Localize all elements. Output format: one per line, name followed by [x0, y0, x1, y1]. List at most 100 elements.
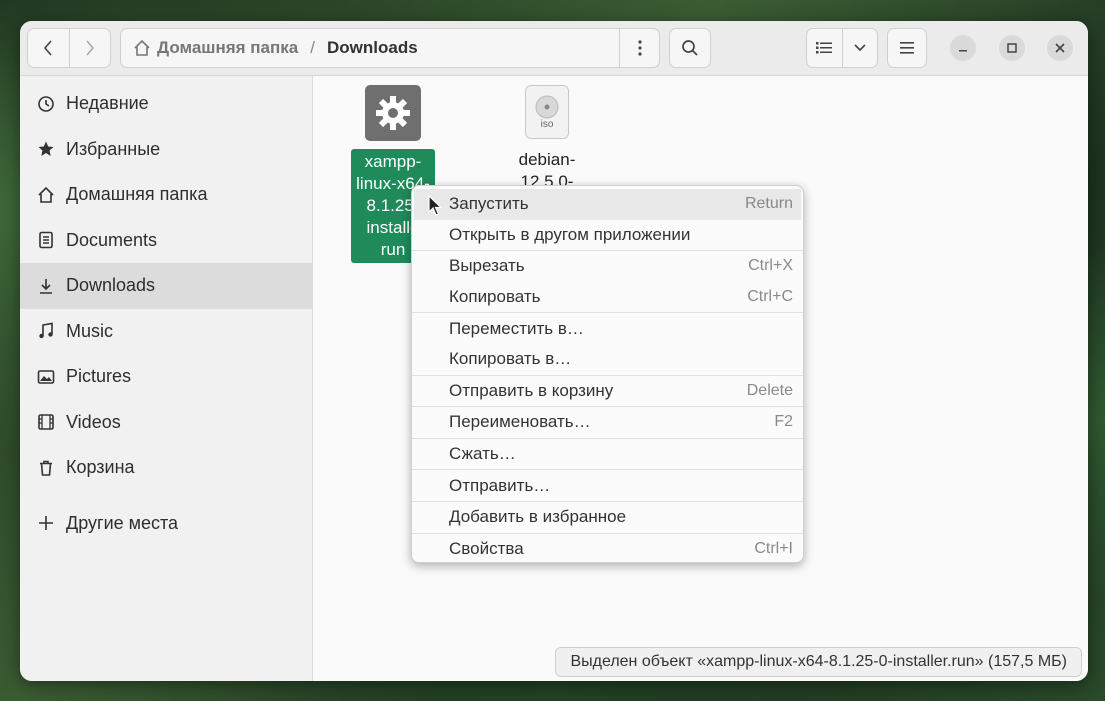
menu-item-compress[interactable]: Сжать… — [412, 439, 803, 470]
hamburger-icon — [900, 42, 914, 54]
gear-icon — [365, 85, 421, 141]
sidebar-item-label: Music — [66, 320, 114, 341]
breadcrumb-home[interactable]: Домашняя папка — [157, 38, 298, 58]
maximize-button[interactable] — [999, 35, 1025, 61]
search-icon — [682, 40, 698, 56]
menu-item-add-to-starred[interactable]: Добавить в избранное — [412, 502, 803, 533]
header-bar: Домашняя папка / Downloads — [20, 21, 1088, 76]
menu-item-label: Копировать — [449, 287, 541, 307]
menu-item-copy-to[interactable]: Копировать в… — [412, 344, 803, 375]
sidebar: Недавние Избранные Домашняя папка Docume… — [20, 76, 313, 681]
view-options-button[interactable] — [841, 29, 878, 67]
sidebar-item-starred[interactable]: Избранные — [20, 127, 312, 173]
menu-item-label: Вырезать — [449, 256, 525, 276]
back-button[interactable] — [28, 29, 69, 67]
picture-icon — [36, 367, 56, 387]
chevron-left-icon — [44, 40, 52, 56]
search-button[interactable] — [669, 28, 711, 68]
menu-item-label: Свойства — [449, 538, 524, 558]
close-button[interactable] — [1047, 35, 1073, 61]
menu-item-accel: Delete — [746, 381, 793, 399]
forward-button[interactable] — [68, 29, 111, 67]
close-icon — [1055, 43, 1065, 53]
sidebar-item-pictures[interactable]: Pictures — [20, 354, 312, 400]
file-item[interactable]: iso debian- 12.5.0- — [507, 85, 587, 193]
context-menu: Запустить Return Открыть в другом прилож… — [411, 185, 804, 563]
file-name-line: debian- — [518, 150, 576, 169]
menu-item-send-to[interactable]: Отправить… — [412, 470, 803, 501]
mouse-pointer-icon — [428, 195, 442, 216]
star-icon — [36, 139, 56, 159]
breadcrumb-separator: / — [310, 38, 315, 57]
sidebar-item-trash[interactable]: Корзина — [20, 445, 312, 491]
menu-item-move-to-trash[interactable]: Отправить в корзину Delete — [412, 376, 803, 407]
menu-item-label: Переименовать… — [449, 412, 591, 432]
chevron-down-icon — [854, 44, 866, 52]
sidebar-divider — [20, 491, 312, 501]
main-menu-button[interactable] — [887, 28, 927, 68]
sidebar-item-label: Downloads — [66, 275, 156, 296]
navigation-buttons — [27, 28, 111, 68]
sidebar-item-recent[interactable]: Недавние — [20, 81, 312, 127]
sidebar-item-label: Pictures — [66, 366, 132, 387]
sidebar-item-downloads[interactable]: Downloads — [20, 263, 312, 309]
path-menu-button[interactable] — [619, 29, 659, 67]
minimize-icon — [959, 50, 967, 52]
menu-item-open-with[interactable]: Открыть в другом приложении — [412, 220, 803, 251]
iso-label: iso — [540, 119, 554, 130]
menu-item-properties[interactable]: Свойства Ctrl+I — [412, 534, 803, 565]
status-bar: Выделен объект «xampp-linux-x64-8.1.25-0… — [555, 647, 1082, 677]
menu-item-move-to[interactable]: Переместить в… — [412, 313, 803, 344]
menu-item-label: Переместить в… — [449, 318, 584, 338]
music-icon — [36, 321, 56, 341]
sidebar-item-documents[interactable]: Documents — [20, 218, 312, 264]
sidebar-item-label: Documents — [66, 229, 158, 250]
menu-item-accel: Return — [744, 195, 793, 213]
menu-item-label: Отправить в корзину — [449, 380, 614, 400]
sidebar-item-other-places[interactable]: Другие места — [20, 501, 312, 547]
list-view-icon — [816, 42, 833, 54]
menu-item-accel: Ctrl+X — [748, 257, 793, 275]
menu-item-label: Открыть в другом приложении — [449, 224, 691, 244]
menu-item-label: Добавить в избранное — [449, 507, 627, 527]
menu-item-rename[interactable]: Переименовать… F2 — [412, 407, 803, 438]
menu-item-accel: Ctrl+I — [754, 539, 793, 557]
menu-item-copy[interactable]: Копировать Ctrl+C — [412, 282, 803, 313]
sidebar-item-label: Videos — [66, 411, 121, 432]
download-icon — [36, 276, 56, 296]
menu-item-label: Отправить… — [449, 475, 551, 495]
status-text: Выделен объект «xampp-linux-x64-8.1.25-0… — [570, 653, 1067, 670]
trash-icon — [36, 458, 56, 478]
menu-item-label: Сжать… — [449, 444, 516, 464]
home-icon — [36, 185, 56, 205]
view-switcher — [806, 28, 878, 68]
sidebar-item-videos[interactable]: Videos — [20, 400, 312, 446]
vertical-dots-icon — [637, 40, 642, 56]
sidebar-item-label: Недавние — [66, 93, 149, 114]
menu-item-cut[interactable]: Вырезать Ctrl+X — [412, 251, 803, 282]
menu-item-run[interactable]: Запустить Return — [414, 189, 801, 220]
sidebar-item-label: Другие места — [66, 512, 179, 533]
video-icon — [36, 412, 56, 432]
list-view-button[interactable] — [807, 29, 842, 67]
menu-item-label: Копировать в… — [449, 349, 572, 369]
menu-item-accel: Ctrl+C — [747, 288, 793, 306]
plus-icon — [36, 513, 56, 533]
minimize-button[interactable] — [950, 35, 976, 61]
maximize-icon — [1007, 43, 1017, 53]
sidebar-item-home[interactable]: Домашняя папка — [20, 172, 312, 218]
sidebar-item-label: Домашняя папка — [66, 184, 208, 205]
breadcrumb-current[interactable]: Downloads — [327, 38, 418, 58]
chevron-right-icon — [86, 40, 94, 56]
sidebar-item-label: Избранные — [66, 138, 161, 159]
path-bar: Домашняя папка / Downloads — [120, 28, 660, 68]
file-name-line: xampp- — [364, 152, 422, 171]
document-icon — [36, 230, 56, 250]
clock-icon — [36, 94, 56, 114]
menu-item-label: Запустить — [449, 194, 529, 214]
home-icon — [134, 39, 150, 56]
sidebar-item-label: Корзина — [66, 457, 135, 478]
menu-item-accel: F2 — [774, 413, 793, 431]
iso-disc-icon: iso — [525, 85, 569, 139]
sidebar-item-music[interactable]: Music — [20, 309, 312, 355]
